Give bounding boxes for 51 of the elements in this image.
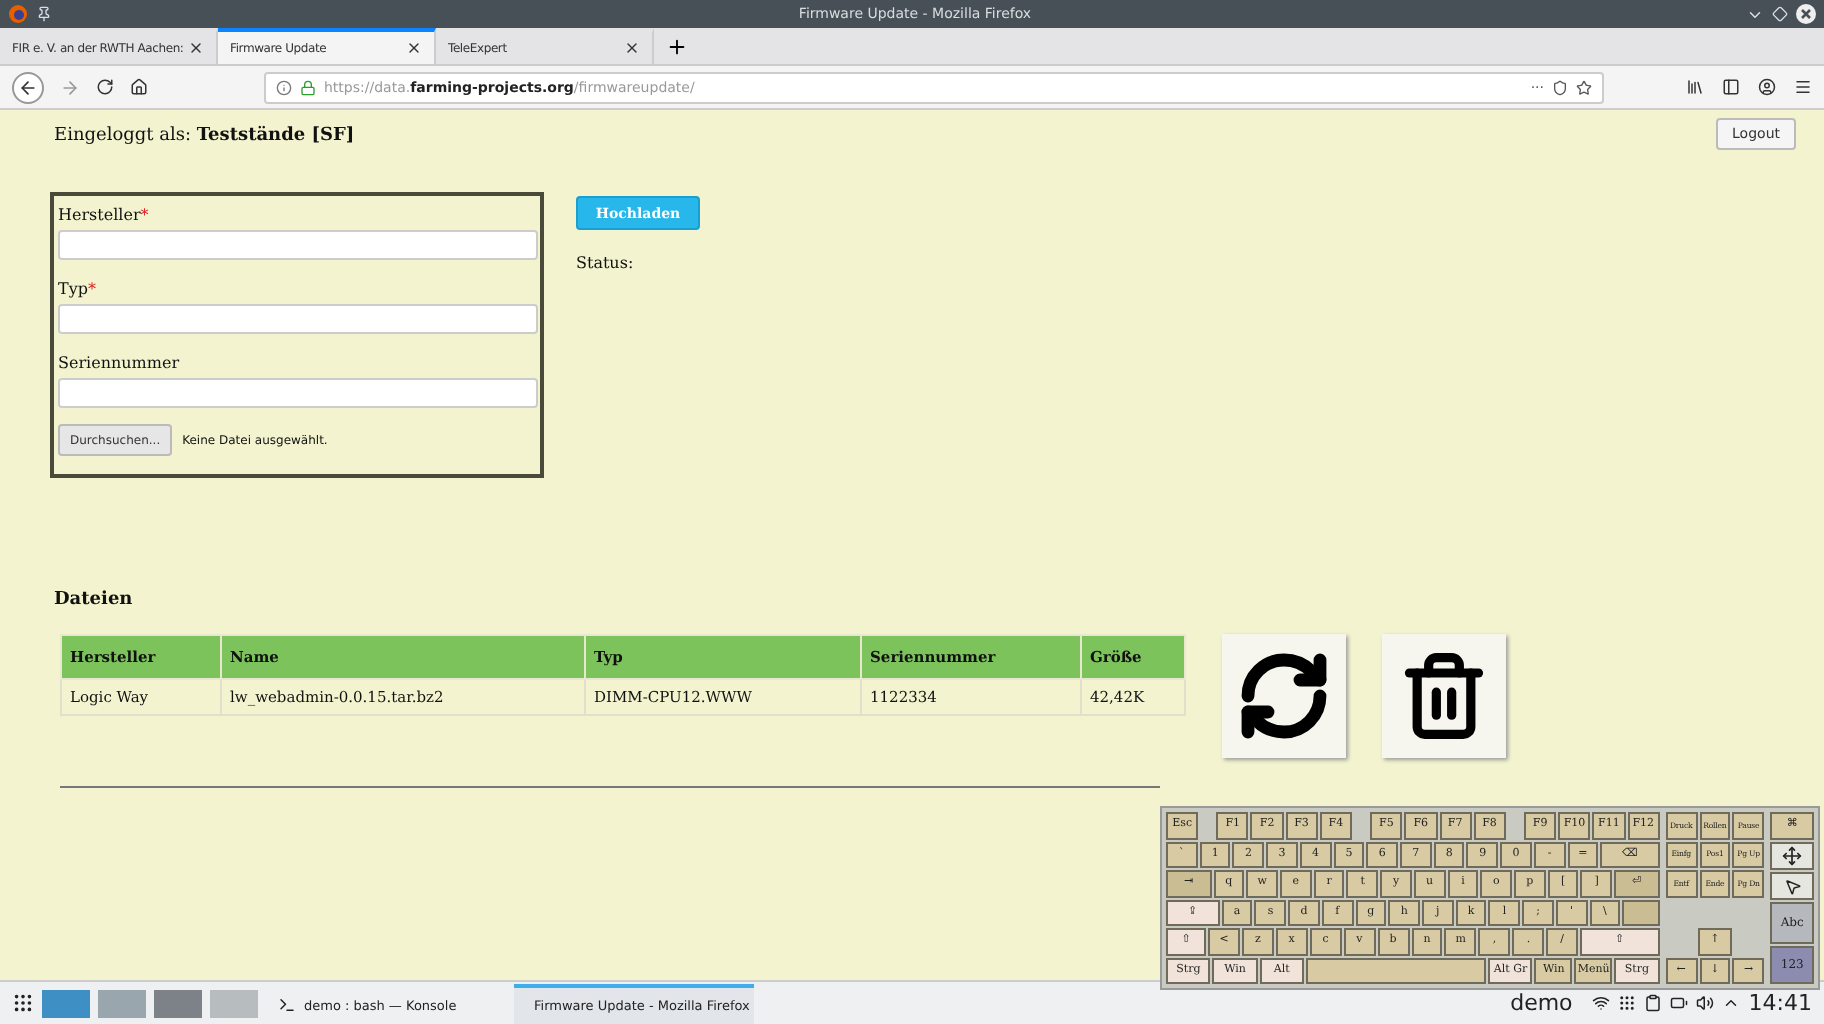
expand-icon[interactable] — [1722, 994, 1741, 1012]
back-button[interactable] — [12, 71, 44, 103]
required-mark: * — [140, 206, 149, 228]
clipboard-icon[interactable] — [1644, 994, 1663, 1012]
required-mark: * — [87, 280, 96, 302]
terminal-icon — [278, 996, 296, 1014]
refresh-button[interactable] — [1222, 634, 1346, 758]
forward-icon[interactable] — [60, 77, 80, 97]
home-icon[interactable] — [130, 78, 148, 96]
field-label: Seriennummer — [58, 354, 180, 376]
browser-logo-icon — [8, 4, 28, 24]
refresh-icon — [1236, 648, 1332, 744]
move-key[interactable] — [1770, 842, 1814, 870]
section-title: Dateien — [54, 590, 135, 610]
close-icon[interactable] — [406, 40, 422, 56]
lock-icon — [300, 79, 316, 95]
pin-icon[interactable] — [36, 6, 52, 22]
user-name: demo — [1510, 990, 1573, 1016]
maximize-icon[interactable] — [1772, 6, 1788, 22]
move-icon — [1782, 846, 1803, 866]
input-field[interactable] — [58, 378, 538, 408]
volume-icon[interactable] — [1696, 994, 1715, 1012]
launcher-icon[interactable] — [12, 992, 34, 1014]
field-label: Typ — [58, 280, 88, 302]
login-info: Eingeloggt als: Teststände [SF] — [54, 126, 355, 146]
bookmark-star-icon[interactable] — [1576, 79, 1592, 95]
menu-icon[interactable] — [1794, 78, 1812, 96]
input-field[interactable] — [58, 304, 538, 334]
clock: 14:41 — [1748, 990, 1812, 1016]
space-key[interactable] — [1305, 957, 1487, 984]
apps-icon[interactable] — [1618, 994, 1637, 1012]
sidebar-icon[interactable] — [1722, 78, 1740, 96]
back-arrow-icon — [18, 77, 38, 97]
input-field[interactable] — [58, 230, 538, 260]
keyboard-key[interactable] — [1622, 899, 1660, 926]
info-icon[interactable] — [276, 79, 292, 95]
library-icon[interactable] — [1686, 78, 1704, 96]
close-icon[interactable] — [188, 40, 204, 56]
battery-icon[interactable] — [1670, 994, 1689, 1012]
account-icon[interactable] — [1758, 78, 1776, 96]
close-icon[interactable] — [624, 40, 640, 56]
new-tab-icon[interactable] — [666, 35, 688, 57]
desktop-pager[interactable] — [154, 989, 202, 1017]
field-label: Hersteller — [58, 206, 141, 228]
status-label: Status: — [576, 254, 636, 272]
pointer-key[interactable] — [1770, 872, 1814, 900]
delete-button[interactable] — [1382, 634, 1506, 758]
pointer-icon — [1783, 877, 1802, 895]
close-icon[interactable] — [1796, 4, 1816, 24]
reload-icon[interactable] — [96, 78, 114, 96]
network-icon[interactable] — [1592, 994, 1611, 1012]
